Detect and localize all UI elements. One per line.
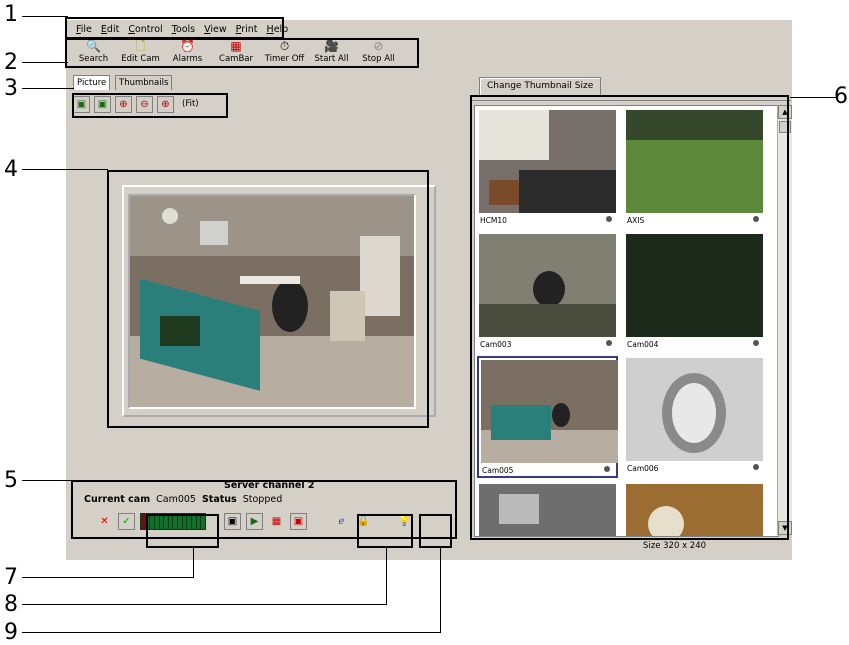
callout-3: 3 [4,76,18,101]
callout-5: 5 [4,468,18,493]
tab-thumbnails[interactable]: Thumbnails [115,75,173,90]
callout-box-2 [65,38,419,68]
callout-line-2 [22,62,68,63]
callout-7: 7 [4,565,18,590]
callout-line-3 [22,88,74,89]
change-thumbnail-size-button[interactable]: Change Thumbnail Size [479,77,602,96]
callout-vline-7 [193,547,194,578]
callout-2: 2 [4,50,18,75]
callout-box-7 [146,514,219,548]
callout-line-9 [22,632,441,633]
callout-line-6 [790,97,836,98]
callout-8: 8 [4,592,18,617]
callout-line-1 [22,16,68,17]
callout-line-7 [22,577,194,578]
callout-box-4 [107,170,429,428]
callout-vline-8 [386,547,387,605]
callout-6: 6 [834,84,848,109]
callout-line-5 [22,480,73,481]
callout-vline-9 [440,547,441,633]
callout-line-8 [22,604,387,605]
callout-line-4 [22,169,108,170]
callout-1: 1 [4,2,18,27]
callout-4: 4 [4,157,18,182]
callout-9: 9 [4,620,18,645]
callout-box-3 [72,93,228,118]
thumbnail-size-label: Size 320 x 240 [643,541,707,551]
callout-box-8 [357,514,413,548]
tab-picture[interactable]: Picture [73,75,111,90]
callout-box-1 [65,17,284,39]
callout-box-6 [470,95,789,540]
callout-box-9 [419,514,452,548]
